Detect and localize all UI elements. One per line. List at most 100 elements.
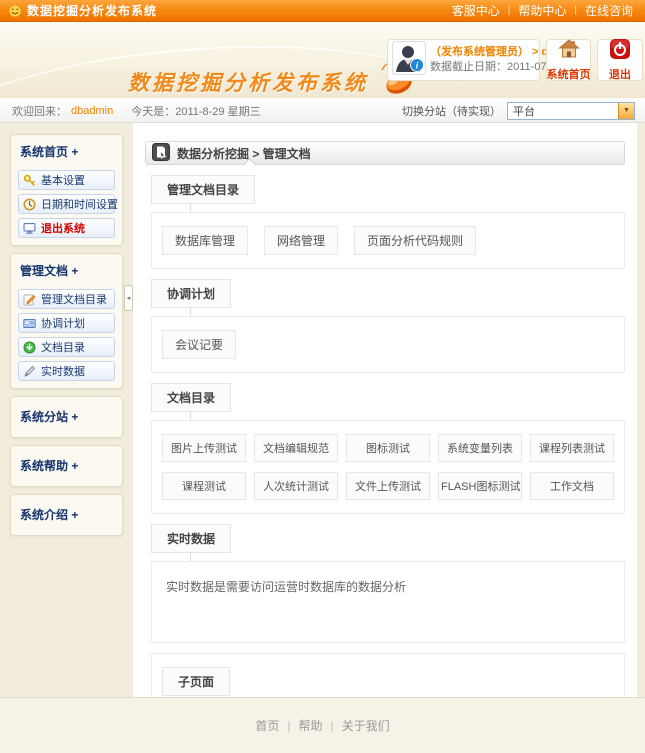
panel-buttons: 数据库管理网络管理页面分析代码规则: [162, 226, 614, 255]
sidebar-section-title[interactable]: 系统帮助 +: [18, 456, 115, 476]
separator: |: [287, 719, 290, 733]
panel-button[interactable]: 页面分析代码规则: [354, 226, 476, 255]
sidebar-section: 系统介绍 +: [10, 494, 123, 536]
sidebar: 系统首页 + 基本设置日期和时间设置退出系统管理文档 + 管理文档目录协调计划文档目…: [10, 134, 123, 543]
app-root: 数据挖掘分析发布系统 客服中心 | 帮助中心 | 在线咨询 数据挖掘分析发布系统 i （…: [0, 0, 645, 753]
panel-button[interactable]: 数据库管理: [162, 226, 248, 255]
sidebar-section: 管理文档 + 管理文档目录协调计划文档目录实时数据: [10, 253, 123, 389]
welcome-label: 欢迎回来：: [12, 103, 67, 119]
sidebar-section: 系统分站 +: [10, 396, 123, 438]
sidebar-item[interactable]: 日期和时间设置: [18, 194, 115, 214]
app-title: 数据挖掘分析发布系统: [27, 2, 157, 19]
topbar-link[interactable]: 帮助中心: [518, 2, 566, 19]
section-panel: 会议记要: [151, 316, 625, 373]
main-panel: 数据分析挖掘 > 管理文档 管理文档目录数据库管理网络管理页面分析代码规则协调计…: [133, 123, 637, 697]
panel-buttons: 会议记要: [162, 330, 614, 359]
separator: |: [574, 5, 577, 16]
edit-icon: [23, 293, 36, 306]
panel-button[interactable]: 文档编辑规范: [254, 434, 338, 462]
sidebar-section: 系统帮助 +: [10, 445, 123, 487]
panel-button[interactable]: 工作文档: [530, 472, 614, 500]
footer-link[interactable]: 关于我们: [342, 717, 390, 734]
smiley-icon: [8, 4, 22, 18]
sidebar-item[interactable]: 基本设置: [18, 170, 115, 190]
section-tab[interactable]: 管理文档目录: [151, 175, 255, 204]
document-icon: [152, 143, 170, 164]
logout-button[interactable]: 退出: [597, 39, 643, 81]
breadcrumb: 数据分析挖掘 > 管理文档: [145, 141, 625, 165]
topbar-link[interactable]: 在线咨询: [585, 2, 633, 19]
panel-button[interactable]: 系统变量列表: [438, 434, 522, 462]
switch-site-label: 切换分站（待实现）: [402, 103, 501, 119]
logo-text: 数据挖掘分析发布系统: [128, 67, 368, 97]
sidebar-section: 系统首页 + 基本设置日期和时间设置退出系统: [10, 134, 123, 246]
footer-links: 首页 | 帮助 | 关于我们: [255, 717, 389, 734]
section-panel: 实时数据是需要访问运营时数据库的数据分析: [151, 561, 625, 643]
section-tab[interactable]: 实时数据: [151, 524, 231, 553]
sidebar-item-label: 基本设置: [41, 172, 85, 188]
sidebar-item-label: 管理文档目录: [41, 291, 107, 307]
arrow-down-icon: [23, 341, 36, 354]
site-select[interactable]: 平台 ▼: [507, 102, 635, 120]
separator: |: [331, 719, 334, 733]
card-icon: [23, 317, 36, 330]
welcome-date: 今天是：2011-8-29 星期三: [131, 103, 260, 119]
monitor-icon: [23, 222, 36, 235]
sidebar-section-title[interactable]: 系统分站 +: [18, 407, 115, 427]
user-info-box: i （发布系统管理员） > dbadmin 数据截止日期：2011-07-31: [387, 39, 540, 81]
sidebar-section-title[interactable]: 管理文档 +: [18, 261, 115, 285]
welcome-bar: 欢迎回来： dbadmin 今天是：2011-8-29 星期三 切换分站（待实现…: [0, 98, 645, 123]
home-button[interactable]: 系统首页: [546, 39, 591, 81]
sidebar-item-label: 退出系统: [41, 220, 85, 236]
sidebar-item[interactable]: 退出系统: [18, 218, 115, 238]
topbar: 数据挖掘分析发布系统 客服中心 | 帮助中心 | 在线咨询: [0, 0, 645, 22]
separator: |: [508, 5, 511, 16]
section-tab[interactable]: 协调计划: [151, 279, 231, 308]
footer-link[interactable]: 帮助: [298, 717, 322, 734]
panel-button[interactable]: 网络管理: [264, 226, 338, 255]
section-tab[interactable]: 文档目录: [151, 383, 231, 412]
home-button-label: 系统首页: [547, 66, 591, 82]
panel-buttons: 图片上传测试文档编辑规范图标测试系统变量列表课程列表测试课程测试人次统计测试文件…: [162, 434, 614, 500]
logout-button-label: 退出: [609, 66, 631, 82]
sidebar-item[interactable]: 文档目录: [18, 337, 115, 357]
home-icon: [558, 38, 580, 65]
power-icon: [609, 38, 631, 65]
content: 系统首页 +基本设置日期和时间设置退出系统管理文档 +管理文档目录协调计划文档目…: [0, 123, 645, 697]
topbar-links: 客服中心 | 帮助中心 | 在线咨询: [452, 2, 633, 19]
pen-icon: [23, 365, 36, 378]
sidebar-item[interactable]: 实时数据: [18, 361, 115, 381]
footer-link[interactable]: 首页: [255, 717, 279, 734]
panel-button[interactable]: FLASH图标测试: [438, 472, 522, 500]
logo: 数据挖掘分析发布系统: [128, 52, 424, 97]
sidebar-item-label: 实时数据: [41, 363, 85, 379]
sidebar-item-label: 日期和时间设置: [41, 196, 118, 212]
panel-button[interactable]: 课程测试: [162, 472, 246, 500]
topbar-link[interactable]: 客服中心: [452, 2, 500, 19]
section-tab[interactable]: 子页面: [162, 667, 230, 696]
panel-button[interactable]: 人次统计测试: [254, 472, 338, 500]
panel-button[interactable]: 会议记要: [162, 330, 236, 359]
sidebar-item[interactable]: 协调计划: [18, 313, 115, 333]
panel-button[interactable]: 图片上传测试: [162, 434, 246, 462]
sidebar-section-title[interactable]: 系统介绍 +: [18, 505, 115, 525]
sidebar-item[interactable]: 管理文档目录: [18, 289, 115, 309]
panel-text: 实时数据是需要访问运营时数据库的数据分析: [162, 575, 614, 598]
panel-button[interactable]: 文件上传测试: [346, 472, 430, 500]
sidebar-collapse-handle[interactable]: ◂: [124, 285, 133, 311]
section-panel: 图片上传测试文档编辑规范图标测试系统变量列表课程列表测试课程测试人次统计测试文件…: [151, 420, 625, 514]
section-panel: 数据库管理网络管理页面分析代码规则: [151, 212, 625, 269]
panel-button[interactable]: 课程列表测试: [530, 434, 614, 462]
avatar: i: [392, 41, 426, 80]
select-dropdown-icon[interactable]: ▼: [618, 103, 634, 119]
main-sections: 管理文档目录数据库管理网络管理页面分析代码规则协调计划会议记要文档目录图片上传测…: [145, 165, 625, 726]
key-icon: [23, 174, 36, 187]
panel-button[interactable]: 图标测试: [346, 434, 430, 462]
welcome-username: dbadmin: [71, 105, 113, 117]
breadcrumb-text: 数据分析挖掘 > 管理文档: [177, 145, 311, 162]
site-select-value: 平台: [508, 103, 535, 119]
sidebar-section-title[interactable]: 系统首页 +: [18, 142, 115, 166]
sidebar-item-label: 文档目录: [41, 339, 85, 355]
sidebar-item-label: 协调计划: [41, 315, 85, 331]
header: 数据挖掘分析发布系统 i （发布系统管理员） > dbadmin 数据截止日期：…: [0, 22, 645, 98]
